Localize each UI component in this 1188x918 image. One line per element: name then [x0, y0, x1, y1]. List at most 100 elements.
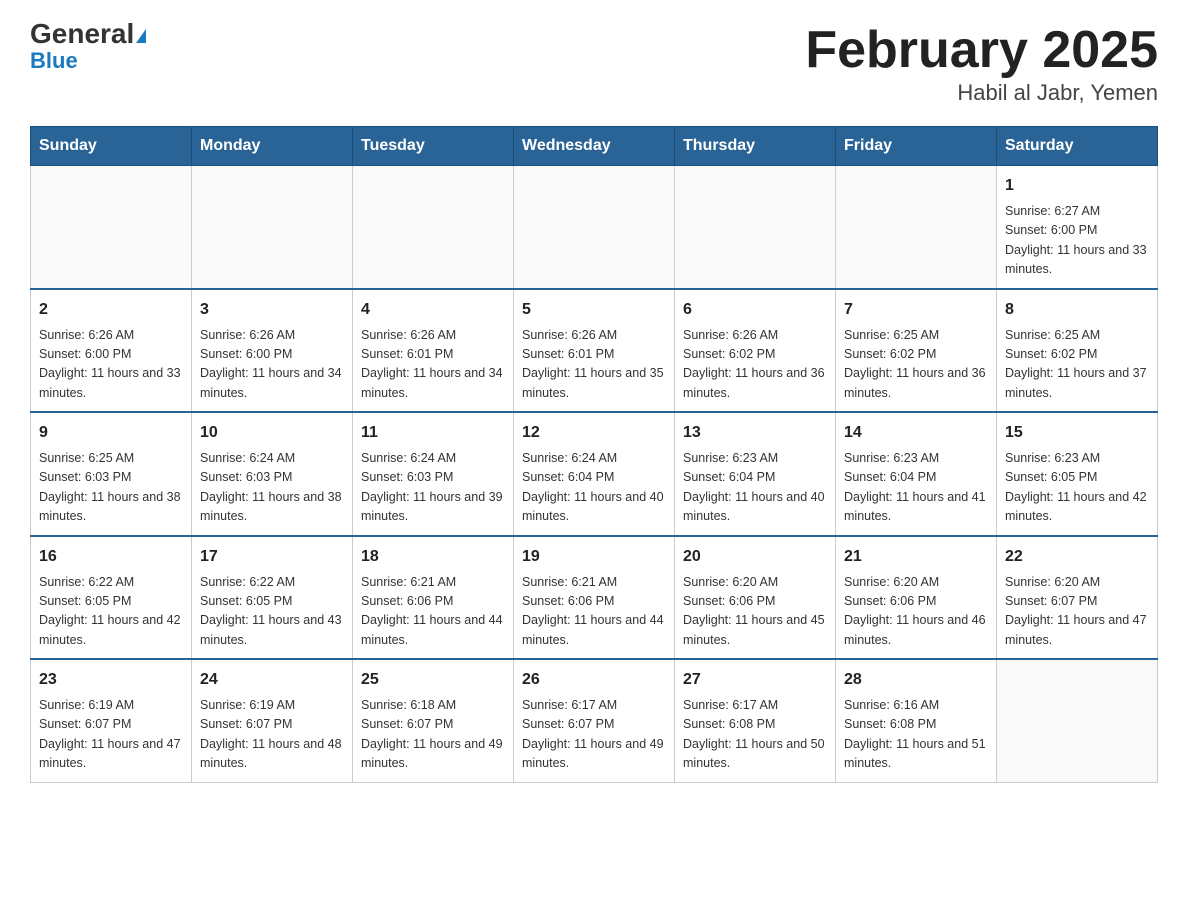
table-row	[192, 166, 353, 289]
sun-info: Sunrise: 6:16 AMSunset: 6:08 PMDaylight:…	[844, 696, 988, 774]
col-wednesday: Wednesday	[514, 127, 675, 166]
day-number: 20	[683, 545, 827, 569]
table-row: 23 Sunrise: 6:19 AMSunset: 6:07 PMDayligh…	[31, 659, 192, 782]
sun-info: Sunrise: 6:20 AMSunset: 6:06 PMDaylight:…	[844, 573, 988, 651]
sun-info: Sunrise: 6:26 AMSunset: 6:02 PMDaylight:…	[683, 326, 827, 404]
day-number: 16	[39, 545, 183, 569]
sun-info: Sunrise: 6:20 AMSunset: 6:07 PMDaylight:…	[1005, 573, 1149, 651]
sun-info: Sunrise: 6:26 AMSunset: 6:01 PMDaylight:…	[361, 326, 505, 404]
col-saturday: Saturday	[997, 127, 1158, 166]
calendar-week-row: 9 Sunrise: 6:25 AMSunset: 6:03 PMDaylight…	[31, 412, 1158, 536]
day-number: 24	[200, 668, 344, 692]
col-tuesday: Tuesday	[353, 127, 514, 166]
day-number: 25	[361, 668, 505, 692]
logo-general: General	[30, 18, 134, 49]
day-number: 28	[844, 668, 988, 692]
calendar-week-row: 23 Sunrise: 6:19 AMSunset: 6:07 PMDayligh…	[31, 659, 1158, 782]
table-row: 25Sunrise: 6:18 AMSunset: 6:07 PMDayligh…	[353, 659, 514, 782]
table-row: 21 Sunrise: 6:20 AMSunset: 6:06 PMDayligh…	[836, 536, 997, 660]
table-row: 1Sunrise: 6:27 AMSunset: 6:00 PMDaylight…	[997, 166, 1158, 289]
table-row: 15 Sunrise: 6:23 AMSunset: 6:05 PMDayligh…	[997, 412, 1158, 536]
table-row: 11 Sunrise: 6:24 AMSunset: 6:03 PMDayligh…	[353, 412, 514, 536]
calendar-week-row: 2 Sunrise: 6:26 AMSunset: 6:00 PMDaylight…	[31, 289, 1158, 413]
calendar-week-row: 1Sunrise: 6:27 AMSunset: 6:00 PMDaylight…	[31, 166, 1158, 289]
sun-info: Sunrise: 6:26 AMSunset: 6:00 PMDaylight:…	[39, 326, 183, 404]
day-number: 7	[844, 298, 988, 322]
sun-info: Sunrise: 6:23 AMSunset: 6:05 PMDaylight:…	[1005, 449, 1149, 527]
col-thursday: Thursday	[675, 127, 836, 166]
sun-info: Sunrise: 6:19 AMSunset: 6:07 PMDaylight:…	[39, 696, 183, 774]
day-number: 2	[39, 298, 183, 322]
sun-info: Sunrise: 6:25 AMSunset: 6:02 PMDaylight:…	[844, 326, 988, 404]
sun-info: Sunrise: 6:24 AMSunset: 6:04 PMDaylight:…	[522, 449, 666, 527]
table-row: 6 Sunrise: 6:26 AMSunset: 6:02 PMDaylight…	[675, 289, 836, 413]
day-number: 23	[39, 668, 183, 692]
calendar-header-row: Sunday Monday Tuesday Wednesday Thursday…	[31, 127, 1158, 166]
table-row	[31, 166, 192, 289]
day-number: 5	[522, 298, 666, 322]
col-friday: Friday	[836, 127, 997, 166]
day-number: 11	[361, 421, 505, 445]
sun-info: Sunrise: 6:24 AMSunset: 6:03 PMDaylight:…	[200, 449, 344, 527]
table-row: 14Sunrise: 6:23 AMSunset: 6:04 PMDayligh…	[836, 412, 997, 536]
day-number: 19	[522, 545, 666, 569]
table-row	[353, 166, 514, 289]
day-number: 15	[1005, 421, 1149, 445]
day-number: 18	[361, 545, 505, 569]
day-number: 17	[200, 545, 344, 569]
table-row: 24 Sunrise: 6:19 AMSunset: 6:07 PMDayligh…	[192, 659, 353, 782]
sun-info: Sunrise: 6:26 AMSunset: 6:00 PMDaylight:…	[200, 326, 344, 404]
table-row: 18Sunrise: 6:21 AMSunset: 6:06 PMDayligh…	[353, 536, 514, 660]
page-header: General Blue February 2025 Habil al Jabr…	[30, 20, 1158, 106]
day-number: 9	[39, 421, 183, 445]
table-row	[514, 166, 675, 289]
table-row: 16 Sunrise: 6:22 AMSunset: 6:05 PMDayligh…	[31, 536, 192, 660]
table-row: 5 Sunrise: 6:26 AMSunset: 6:01 PMDaylight…	[514, 289, 675, 413]
day-number: 22	[1005, 545, 1149, 569]
day-number: 8	[1005, 298, 1149, 322]
logo-blue: Blue	[30, 48, 78, 74]
table-row: 9 Sunrise: 6:25 AMSunset: 6:03 PMDaylight…	[31, 412, 192, 536]
table-row: 26Sunrise: 6:17 AMSunset: 6:07 PMDayligh…	[514, 659, 675, 782]
col-sunday: Sunday	[31, 127, 192, 166]
table-row: 3 Sunrise: 6:26 AMSunset: 6:00 PMDaylight…	[192, 289, 353, 413]
sun-info: Sunrise: 6:17 AMSunset: 6:08 PMDaylight:…	[683, 696, 827, 774]
sun-info: Sunrise: 6:27 AMSunset: 6:00 PMDaylight:…	[1005, 202, 1149, 280]
table-row: 12 Sunrise: 6:24 AMSunset: 6:04 PMDayligh…	[514, 412, 675, 536]
table-row: 27 Sunrise: 6:17 AMSunset: 6:08 PMDayligh…	[675, 659, 836, 782]
logo-triangle-icon	[136, 29, 146, 43]
table-row: 10 Sunrise: 6:24 AMSunset: 6:03 PMDayligh…	[192, 412, 353, 536]
table-row: 28 Sunrise: 6:16 AMSunset: 6:08 PMDayligh…	[836, 659, 997, 782]
sun-info: Sunrise: 6:26 AMSunset: 6:01 PMDaylight:…	[522, 326, 666, 404]
day-number: 4	[361, 298, 505, 322]
day-number: 12	[522, 421, 666, 445]
table-row	[836, 166, 997, 289]
table-row: 20 Sunrise: 6:20 AMSunset: 6:06 PMDayligh…	[675, 536, 836, 660]
sun-info: Sunrise: 6:21 AMSunset: 6:06 PMDaylight:…	[522, 573, 666, 651]
sun-info: Sunrise: 6:25 AMSunset: 6:03 PMDaylight:…	[39, 449, 183, 527]
sun-info: Sunrise: 6:22 AMSunset: 6:05 PMDaylight:…	[39, 573, 183, 651]
sun-info: Sunrise: 6:22 AMSunset: 6:05 PMDaylight:…	[200, 573, 344, 651]
calendar-subtitle: Habil al Jabr, Yemen	[805, 80, 1158, 106]
title-block: February 2025 Habil al Jabr, Yemen	[805, 20, 1158, 106]
sun-info: Sunrise: 6:19 AMSunset: 6:07 PMDaylight:…	[200, 696, 344, 774]
table-row	[997, 659, 1158, 782]
day-number: 21	[844, 545, 988, 569]
sun-info: Sunrise: 6:25 AMSunset: 6:02 PMDaylight:…	[1005, 326, 1149, 404]
table-row	[675, 166, 836, 289]
table-row: 8 Sunrise: 6:25 AMSunset: 6:02 PMDaylight…	[997, 289, 1158, 413]
day-number: 6	[683, 298, 827, 322]
calendar-table: Sunday Monday Tuesday Wednesday Thursday…	[30, 126, 1158, 783]
day-number: 10	[200, 421, 344, 445]
day-number: 13	[683, 421, 827, 445]
day-number: 27	[683, 668, 827, 692]
day-number: 14	[844, 421, 988, 445]
sun-info: Sunrise: 6:24 AMSunset: 6:03 PMDaylight:…	[361, 449, 505, 527]
table-row: 19 Sunrise: 6:21 AMSunset: 6:06 PMDayligh…	[514, 536, 675, 660]
table-row: 2 Sunrise: 6:26 AMSunset: 6:00 PMDaylight…	[31, 289, 192, 413]
sun-info: Sunrise: 6:20 AMSunset: 6:06 PMDaylight:…	[683, 573, 827, 651]
sun-info: Sunrise: 6:17 AMSunset: 6:07 PMDaylight:…	[522, 696, 666, 774]
sun-info: Sunrise: 6:23 AMSunset: 6:04 PMDaylight:…	[683, 449, 827, 527]
table-row: 17 Sunrise: 6:22 AMSunset: 6:05 PMDayligh…	[192, 536, 353, 660]
day-number: 3	[200, 298, 344, 322]
